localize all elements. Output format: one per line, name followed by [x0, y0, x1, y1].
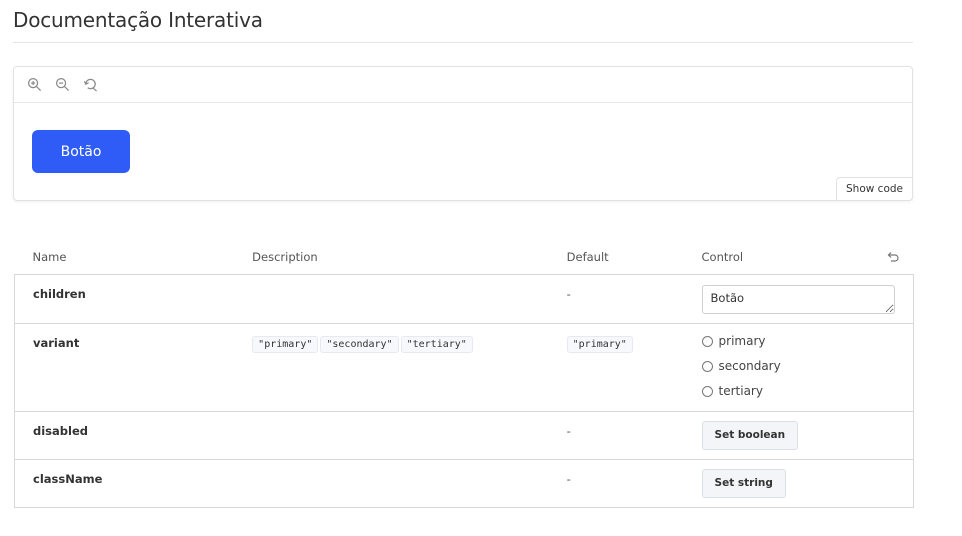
radio-option-primary[interactable]: primary — [701, 329, 913, 354]
header-description: Description — [252, 249, 318, 264]
reset-zoom-icon[interactable] — [82, 76, 99, 93]
radio-button[interactable] — [701, 335, 713, 347]
radio-option-tertiary[interactable]: tertiary — [701, 379, 913, 404]
prop-control: Set string — [684, 459, 914, 507]
prop-default: "primary" — [549, 323, 684, 411]
undo-icon[interactable] — [886, 250, 900, 264]
prop-description — [234, 274, 548, 323]
table-row: disabled - Set boolean — [14, 411, 914, 459]
zoom-in-icon[interactable] — [26, 76, 43, 93]
table-row: variant "primary" "secondary" "tertiary" "… — [14, 323, 914, 411]
radio-label: secondary — [718, 359, 781, 373]
type-tag: "secondary" — [320, 335, 399, 353]
prop-description — [234, 411, 548, 459]
preview-canvas: Botão Show code — [13, 66, 913, 201]
page-title: Documentação Interativa — [13, 8, 263, 32]
radio-label: tertiary — [718, 384, 763, 398]
prop-control: Botão — [684, 274, 914, 323]
zoom-out-icon[interactable] — [54, 76, 71, 93]
header-control-label: Control — [701, 249, 744, 264]
header-control: Control — [684, 240, 914, 274]
prop-default: - — [566, 471, 571, 486]
prop-name: disabled — [33, 423, 88, 438]
set-boolean-button[interactable]: Set boolean — [701, 420, 799, 450]
table-row: className - Set string — [14, 459, 914, 507]
default-tag: "primary" — [566, 335, 633, 353]
radio-option-secondary[interactable]: secondary — [701, 354, 913, 379]
radio-label: primary — [718, 334, 766, 348]
type-tag: "primary" — [252, 335, 319, 353]
preview-toolbar — [14, 67, 912, 103]
type-tag: "tertiary" — [400, 335, 473, 353]
prop-name: className — [33, 471, 103, 486]
prop-description: "primary" "secondary" "tertiary" — [234, 323, 548, 411]
prop-description — [234, 459, 548, 507]
demo-button[interactable]: Botão — [32, 130, 130, 173]
radio-button[interactable] — [701, 385, 713, 397]
header-name: Name — [32, 249, 67, 264]
prop-name: variant — [33, 335, 80, 350]
title-divider — [13, 42, 913, 43]
children-text-input[interactable]: Botão — [701, 284, 895, 314]
table-row: children - Botão — [14, 274, 914, 323]
prop-control: primary secondary tertiary — [684, 323, 914, 411]
prop-default: - — [566, 423, 571, 438]
table-header-row: Name Description Default Control — [14, 240, 914, 274]
props-table: Name Description Default Control childre… — [14, 240, 914, 508]
prop-control: Set boolean — [684, 411, 914, 459]
prop-default: - — [566, 286, 571, 301]
radio-button[interactable] — [701, 360, 713, 372]
show-code-button[interactable]: Show code — [836, 177, 913, 201]
header-default: Default — [566, 249, 609, 264]
prop-name: children — [33, 286, 86, 301]
set-string-button[interactable]: Set string — [701, 468, 786, 498]
